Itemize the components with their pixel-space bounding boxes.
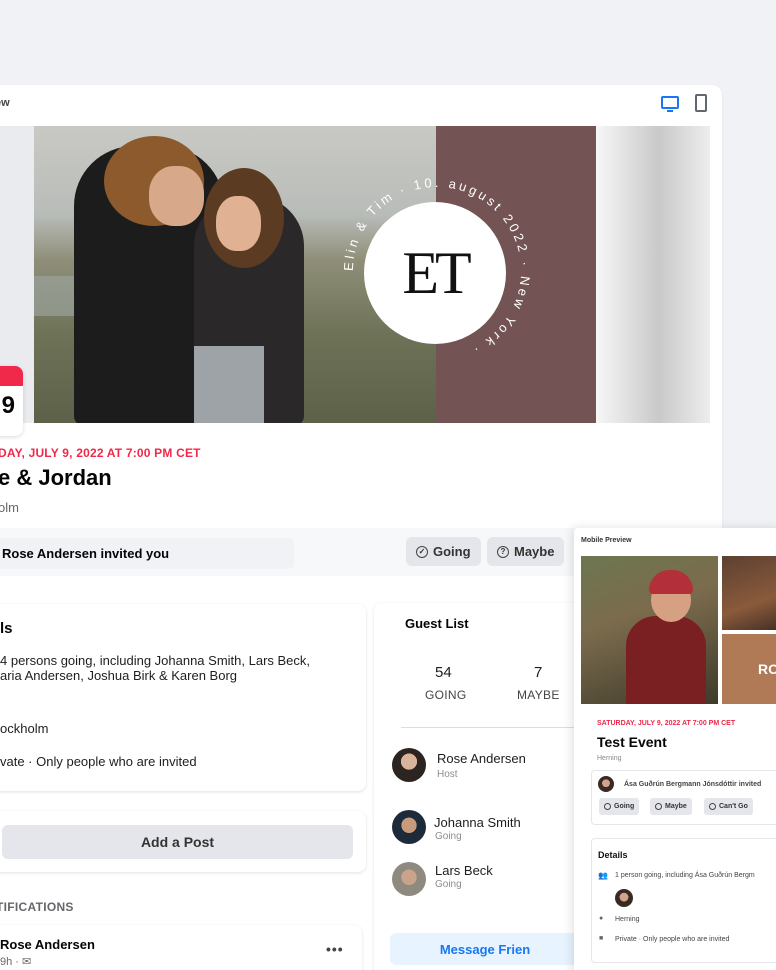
check-circle-icon [604, 803, 611, 810]
add-post-button[interactable]: Add a Post [2, 825, 353, 859]
going-button[interactable]: ✓ Going [406, 537, 481, 566]
x-circle-icon [709, 803, 716, 810]
guest-name[interactable]: Lars Beck [435, 863, 493, 878]
check-circle-icon: ✓ [416, 545, 428, 558]
details-going-line1: 4 persons going, including Johanna Smith… [0, 653, 311, 668]
notification-meta: 9h · ✉ [0, 956, 32, 968]
maybe-count: 7 [534, 664, 543, 681]
mobile-cant-go-button[interactable]: Can't Go [704, 798, 753, 815]
mobile-icon[interactable] [695, 94, 707, 112]
maybe-count-label: MAYBE [517, 688, 560, 702]
guest-name[interactable]: Johanna Smith [434, 815, 521, 830]
guest-list-card [374, 603, 589, 970]
mobile-privacy: Private · Only people who are invited [615, 936, 730, 943]
mobile-event-date: SATURDAY, JULY 9, 2022 AT 7:00 PM CET [597, 720, 736, 727]
guest-list-title: Guest List [405, 616, 469, 631]
avatar [615, 889, 633, 907]
mobile-preview-label: Mobile Preview [581, 537, 632, 544]
cover-next-image [596, 126, 710, 423]
preview-label: iew [0, 97, 10, 109]
mobile-location: Herning [615, 916, 640, 923]
mobile-going-button[interactable]: Going [599, 798, 640, 815]
notification-name: Rose Andersen [0, 937, 95, 952]
avatar[interactable] [392, 810, 426, 844]
event-title: e & Jordan [0, 465, 112, 490]
event-date: DAY, JULY 9, 2022 AT 7:00 PM CET [0, 446, 201, 460]
details-privacy: vate · Only people who are invited [0, 754, 197, 769]
maybe-button[interactable]: ? Maybe [487, 537, 565, 566]
guest-role: Going [435, 831, 462, 842]
mobile-photo-main [581, 556, 718, 704]
mobile-photo-top-right [722, 556, 776, 630]
notifications-label: TIFICATIONS [0, 900, 74, 914]
mobile-event-location: Herning [597, 755, 622, 762]
mobile-maybe-button[interactable]: Maybe [650, 798, 692, 815]
divider [401, 727, 581, 728]
monogram-logo: ET [364, 202, 506, 344]
calendar-icon: 9 [0, 366, 23, 436]
going-count-label: GOING [425, 688, 467, 702]
mobile-going-text: 1 person going, including Ása Guðrún Ber… [615, 872, 755, 879]
details-location: ockholm [0, 721, 49, 736]
guest-name[interactable]: Rose Andersen [437, 751, 526, 766]
mobile-details-title: Details [598, 850, 628, 860]
avatar[interactable] [392, 748, 426, 782]
guest-role: Host [437, 769, 458, 780]
details-going-line2: aria Andersen, Joshua Birk & Karen Borg [0, 668, 238, 683]
invited-by-text: Rose Andersen invited you [0, 538, 294, 569]
question-circle-icon: ? [497, 545, 509, 558]
lock-icon: ■ [599, 935, 604, 942]
avatar [598, 776, 614, 792]
question-circle-icon [655, 803, 662, 810]
more-options-icon[interactable]: ••• [326, 941, 344, 957]
location-pin-icon: ● [599, 915, 604, 922]
message-friends-button[interactable]: Message Frien [390, 933, 580, 965]
mobile-event-title: Test Event [597, 734, 667, 750]
people-icon: 👥 [598, 871, 608, 880]
guest-role: Going [435, 879, 462, 890]
going-count: 54 [435, 664, 452, 681]
avatar[interactable] [392, 862, 426, 896]
details-title: ls [0, 620, 13, 637]
mobile-photo-brand: RO [722, 634, 776, 704]
desktop-icon[interactable] [661, 96, 679, 112]
mobile-invited-text: Ása Guðrún Bergmann Jónsdóttir invited [624, 781, 762, 788]
event-location: olm [0, 500, 19, 515]
